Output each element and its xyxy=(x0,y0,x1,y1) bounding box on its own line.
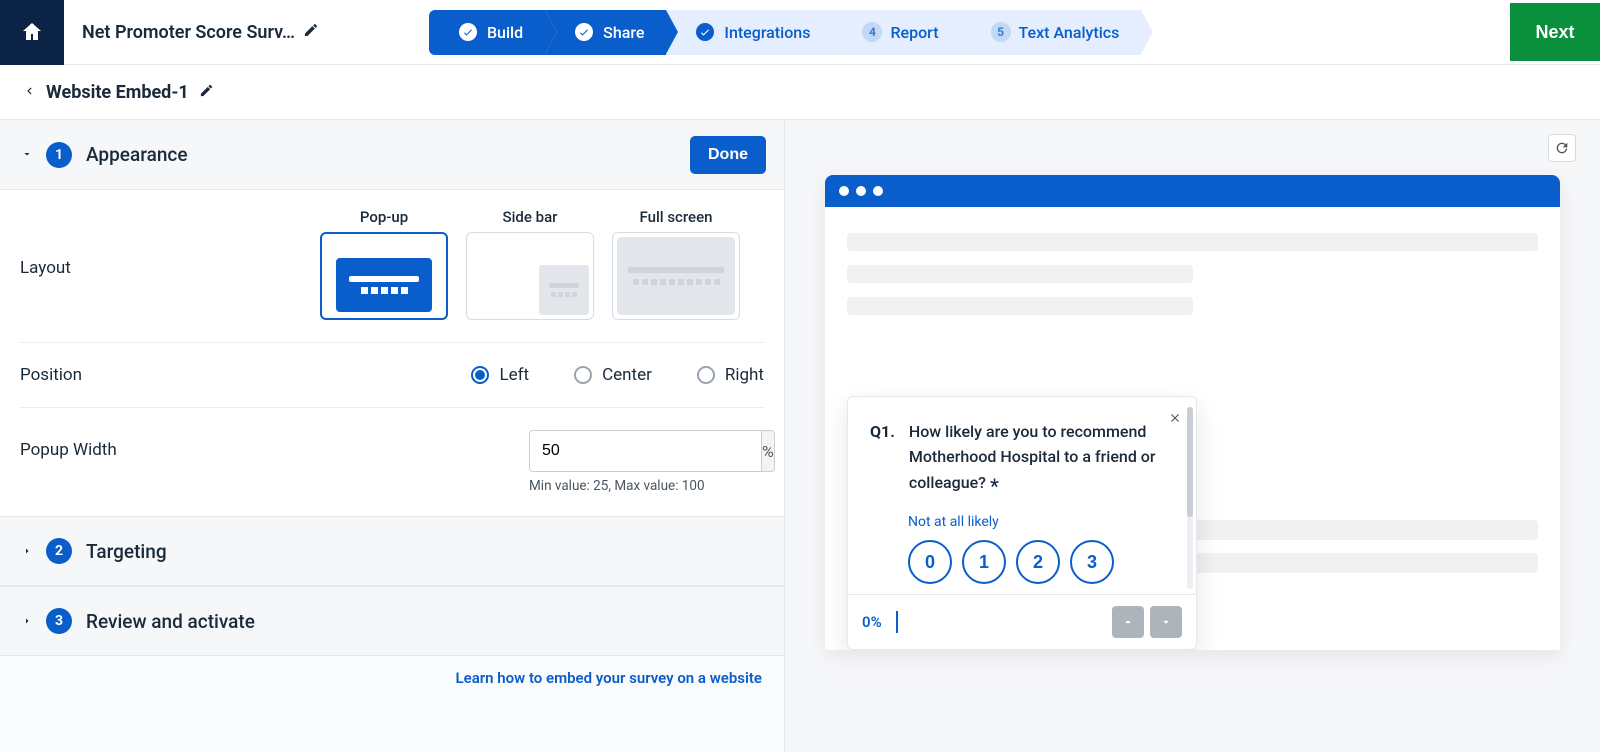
step-text-analytics[interactable]: 5 Text Analytics xyxy=(961,10,1142,55)
settings-panel: 1 Appearance Done Layout Pop-up Side bar xyxy=(0,120,785,752)
step-label: Build xyxy=(487,23,523,42)
step-share[interactable]: Share xyxy=(545,10,666,55)
close-button[interactable] xyxy=(1164,407,1186,429)
breadcrumb-title: Website Embed-1 xyxy=(46,82,189,103)
popup-footer: 0% xyxy=(848,594,1196,649)
stepper: Build Share Integrations 4 Report 5 Text… xyxy=(429,10,1141,55)
chevron-left-icon xyxy=(22,84,36,98)
layout-option-label: Side bar xyxy=(503,208,558,226)
chevron-up-icon xyxy=(1121,615,1135,629)
position-label: Position xyxy=(20,365,320,385)
section-number: 3 xyxy=(46,608,72,634)
layout-option-popup[interactable] xyxy=(320,232,448,320)
radio-label: Center xyxy=(602,365,652,385)
learn-link[interactable]: Learn how to embed your survey on a webs… xyxy=(456,669,762,687)
width-label: Popup Width xyxy=(20,430,320,460)
layout-option-label: Full screen xyxy=(640,208,713,226)
layout-options: Pop-up Side bar Full screen xyxy=(320,208,740,320)
breadcrumb: Website Embed-1 xyxy=(0,65,1600,120)
section-targeting-header[interactable]: 2 Targeting xyxy=(0,516,784,586)
placeholder-line xyxy=(847,297,1193,315)
step-number: 4 xyxy=(862,22,882,42)
step-report[interactable]: 4 Report xyxy=(832,10,960,55)
layout-label: Layout xyxy=(20,208,320,278)
prev-question-button[interactable] xyxy=(1112,606,1144,638)
close-icon xyxy=(1168,411,1182,425)
radio-label: Right xyxy=(725,365,764,385)
home-icon xyxy=(20,20,44,44)
nps-scale: 0 1 2 3 xyxy=(908,540,1174,584)
nps-option-2[interactable]: 2 xyxy=(1016,540,1060,584)
position-radio-left[interactable]: Left xyxy=(471,365,529,385)
step-label: Report xyxy=(890,23,938,42)
refresh-button[interactable] xyxy=(1548,134,1576,162)
position-row: Position Left Center Right xyxy=(20,343,764,408)
pencil-icon[interactable] xyxy=(303,22,319,43)
survey-name-text: Net Promoter Score Surv… xyxy=(82,22,295,43)
nps-option-0[interactable]: 0 xyxy=(908,540,952,584)
width-row: Popup Width % Min value: 25, Max value: … xyxy=(20,408,764,516)
preview-panel: Q1. How likely are you to recommend Moth… xyxy=(785,120,1600,752)
placeholder-line xyxy=(847,265,1193,283)
section-appearance-body: Layout Pop-up Side bar xyxy=(0,190,784,516)
page-body xyxy=(825,207,1560,341)
learn-link-wrap: Learn how to embed your survey on a webs… xyxy=(0,656,784,707)
popup-width-unit: % xyxy=(762,430,775,472)
step-label: Integrations xyxy=(724,23,810,42)
section-review-header[interactable]: 3 Review and activate xyxy=(0,586,784,656)
nps-option-1[interactable]: 1 xyxy=(962,540,1006,584)
browser-preview: Q1. How likely are you to recommend Moth… xyxy=(825,175,1560,650)
layout-row: Layout Pop-up Side bar xyxy=(20,190,764,343)
survey-name[interactable]: Net Promoter Score Surv… xyxy=(82,22,319,43)
layout-option-label: Pop-up xyxy=(360,208,408,226)
next-button[interactable]: Next xyxy=(1510,3,1600,61)
progress-cursor xyxy=(896,611,898,633)
position-radio-right[interactable]: Right xyxy=(697,365,764,385)
step-label: Text Analytics xyxy=(1019,23,1120,42)
position-radio-group: Left Center Right xyxy=(471,365,764,385)
section-appearance-header[interactable]: 1 Appearance Done xyxy=(0,120,784,190)
placeholder-line xyxy=(847,233,1538,251)
section-label: Review and activate xyxy=(86,610,255,633)
chevron-down-icon xyxy=(18,145,36,164)
section-number: 2 xyxy=(46,538,72,564)
chevron-down-icon xyxy=(1159,615,1173,629)
section-label: Targeting xyxy=(86,540,167,563)
chevron-right-icon xyxy=(18,612,36,631)
progress-percent: 0% xyxy=(862,613,882,631)
section-label: Appearance xyxy=(86,143,188,166)
done-button[interactable]: Done xyxy=(690,136,766,174)
nps-option-3[interactable]: 3 xyxy=(1070,540,1114,584)
popup-width-input[interactable] xyxy=(529,430,762,472)
step-number: 5 xyxy=(991,22,1011,42)
refresh-icon xyxy=(1554,140,1570,156)
section-number: 1 xyxy=(46,142,72,168)
step-build[interactable]: Build xyxy=(429,10,545,55)
back-button[interactable] xyxy=(22,83,36,102)
home-button[interactable] xyxy=(0,0,64,65)
survey-popup: Q1. How likely are you to recommend Moth… xyxy=(847,396,1197,650)
next-question-button[interactable] xyxy=(1150,606,1182,638)
step-integrations[interactable]: Integrations xyxy=(666,10,832,55)
question-text: How likely are you to recommend Motherho… xyxy=(909,419,1174,502)
layout-option-sidebar[interactable] xyxy=(466,232,594,320)
scale-low-label: Not at all likely xyxy=(908,514,1174,530)
check-icon xyxy=(575,23,593,41)
check-icon xyxy=(696,23,714,41)
radio-label: Left xyxy=(499,365,529,385)
check-icon xyxy=(459,23,477,41)
layout-option-fullscreen[interactable] xyxy=(612,232,740,320)
top-bar: Net Promoter Score Surv… Build Share Int… xyxy=(0,0,1600,65)
popup-width-hint: Min value: 25, Max value: 100 xyxy=(529,478,705,494)
position-radio-center[interactable]: Center xyxy=(574,365,652,385)
pencil-icon[interactable] xyxy=(199,83,214,102)
step-label: Share xyxy=(603,23,644,42)
question-number: Q1. xyxy=(870,419,895,502)
browser-bar xyxy=(825,175,1560,207)
chevron-right-icon xyxy=(18,542,36,561)
